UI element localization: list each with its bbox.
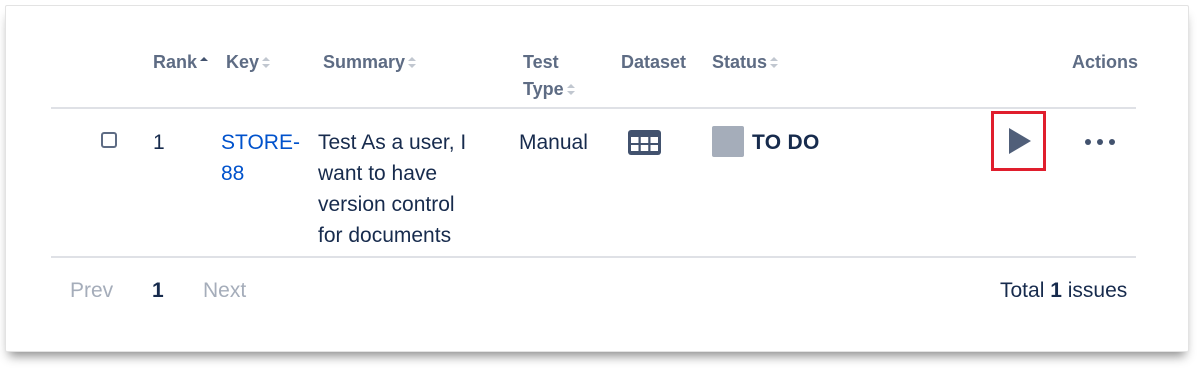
header-divider	[51, 107, 1136, 109]
sort-ascending-icon	[200, 56, 209, 70]
sort-icon	[566, 83, 576, 97]
header-key-label: Key	[226, 52, 260, 72]
summary-line: want to have	[318, 162, 438, 185]
header-rank-label: Rank	[153, 52, 198, 72]
row-test-type: Manual	[519, 131, 588, 154]
row-checkbox[interactable]	[101, 132, 117, 148]
row-divider	[51, 256, 1136, 258]
more-horizontal-icon[interactable]	[1085, 139, 1115, 147]
row-summary: Test As a user, I want to have version c…	[318, 127, 466, 251]
total-issues-count: Total 1 issues	[1000, 277, 1127, 305]
total-suffix: issues	[1067, 279, 1128, 302]
sort-icon	[770, 56, 779, 70]
header-actions: Actions	[1072, 49, 1138, 76]
header-dataset: Dataset	[621, 49, 686, 76]
header-test-type-label-line2: Type	[523, 79, 564, 99]
table-grid-icon[interactable]	[628, 130, 661, 155]
header-rank[interactable]: Rank	[153, 49, 209, 76]
sort-icon	[408, 56, 417, 70]
header-actions-label: Actions	[1072, 52, 1139, 72]
current-page-number[interactable]: 1	[152, 277, 164, 305]
sort-icon	[262, 56, 271, 70]
total-prefix: Total	[1000, 279, 1045, 302]
issue-key-line1: STORE-	[221, 131, 300, 154]
header-summary[interactable]: Summary	[323, 49, 417, 76]
next-page-button[interactable]: Next	[203, 277, 246, 305]
status-label: TO DO	[752, 131, 820, 154]
row-rank: 1	[153, 131, 165, 154]
prev-page-button[interactable]: Prev	[70, 277, 113, 305]
total-count: 1	[1050, 279, 1062, 302]
summary-line: for documents	[318, 224, 452, 247]
issue-key-line2: 88	[221, 162, 245, 185]
play-icon[interactable]	[1009, 128, 1031, 154]
issue-key-link[interactable]: STORE- 88	[221, 127, 300, 189]
header-status[interactable]: Status	[712, 49, 779, 76]
header-key[interactable]: Key	[226, 49, 271, 76]
header-summary-label: Summary	[323, 52, 406, 72]
header-test-type[interactable]: Test Type	[523, 49, 576, 103]
header-status-label: Status	[712, 52, 768, 72]
summary-line: Test As a user, I	[318, 131, 467, 154]
summary-line: version control	[318, 193, 455, 216]
header-dataset-label: Dataset	[621, 52, 687, 72]
status-color-swatch	[712, 126, 744, 157]
header-test-type-label-line1: Test	[523, 52, 559, 72]
